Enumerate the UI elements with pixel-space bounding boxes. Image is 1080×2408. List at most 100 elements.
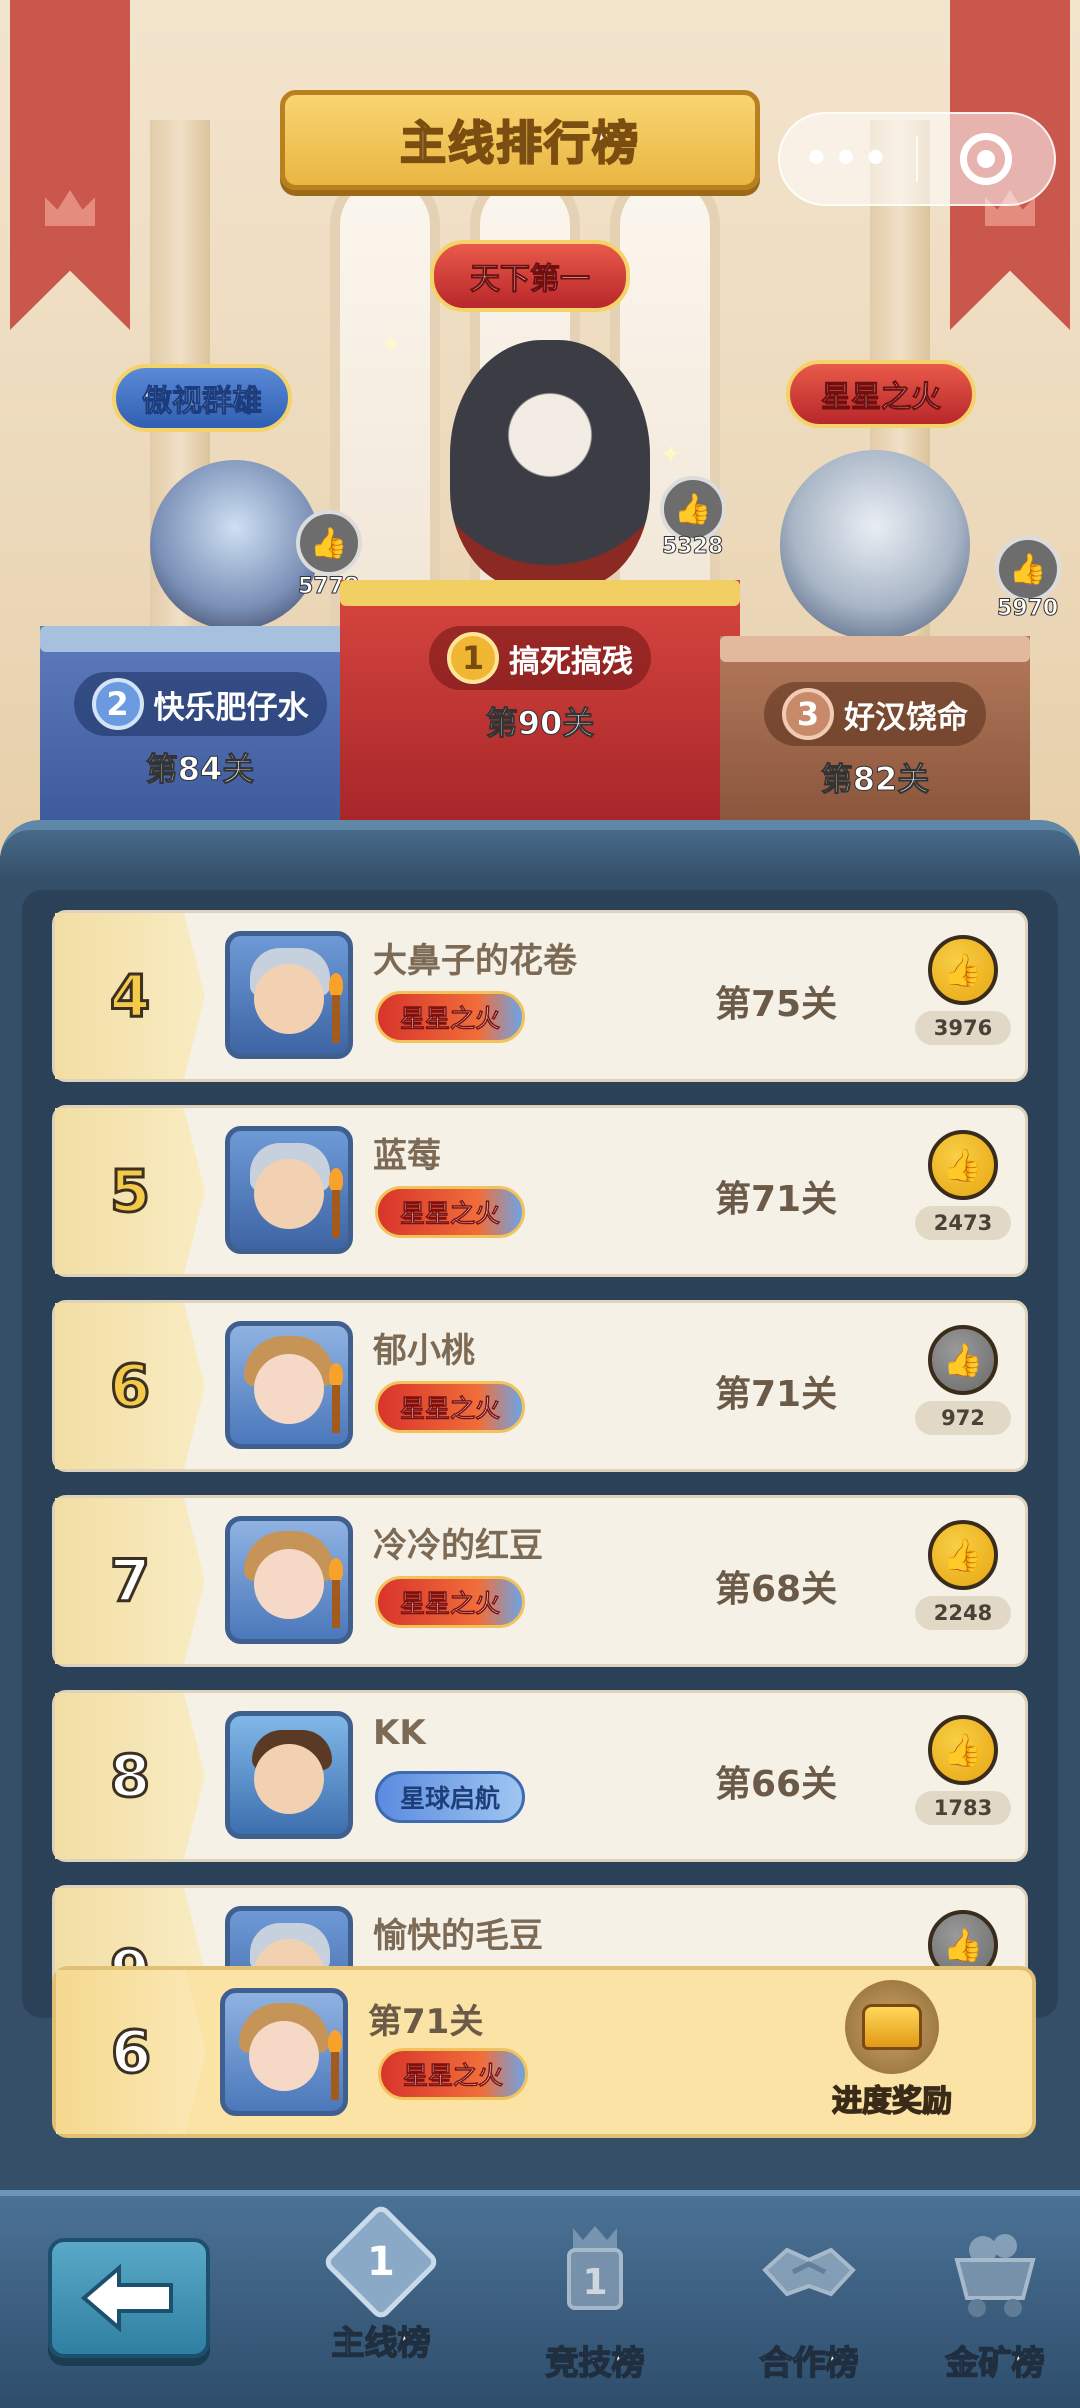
player-level: 第71关	[715, 1179, 838, 1220]
podium-top	[720, 636, 1030, 662]
avatar-first[interactable]	[450, 340, 650, 590]
like-icon[interactable]: 👍	[296, 510, 362, 576]
tab-arena-ranking[interactable]: 1 竞技榜	[510, 2220, 680, 2400]
rank-number: 8	[55, 1693, 205, 1859]
player-name: 郁小桃	[373, 1331, 475, 1371]
tab-goldmine-ranking[interactable]: 金矿榜	[910, 2220, 1080, 2400]
rank-medal-third: 3	[782, 688, 834, 740]
rank-medal-second: 2	[91, 678, 144, 730]
player-name: 冷冷的红豆	[373, 1526, 543, 1566]
like-icon[interactable]: 👍	[928, 1325, 998, 1395]
avatar-second[interactable]	[150, 460, 320, 630]
like-icon[interactable]: 👍	[928, 1520, 998, 1590]
rank-number: 6	[56, 1970, 206, 2134]
torch-icon	[325, 1363, 347, 1433]
progress-reward-button[interactable]: 进度奖励	[812, 1980, 972, 2120]
player-name: 搞死搞残	[509, 643, 633, 680]
like-icon[interactable]: 👍	[660, 476, 726, 542]
crown-banner-left	[10, 0, 130, 330]
mine-cart-icon	[943, 2220, 1047, 2324]
player-level: 第75关	[715, 984, 838, 1025]
podium-name-plate: 3 好汉饶命	[764, 682, 986, 746]
tab-label: 合作榜	[759, 2342, 860, 2383]
like-count: 5970	[996, 596, 1059, 622]
title-badge: 星星之火	[378, 2048, 528, 2100]
more-dots-icon[interactable]: •••	[780, 136, 916, 182]
player-name: 蓝莓	[373, 1136, 441, 1176]
podium-name-plate: 2 快乐肥仔水	[73, 672, 327, 736]
reward-label: 进度奖励	[831, 2083, 953, 2120]
title-badge: 星星之火	[375, 1186, 525, 1238]
ranking-list[interactable]: 4 大鼻子的花卷 星星之火 第75关 👍 3976 5 蓝莓 星星之火 第71关…	[22, 890, 1058, 2018]
tab-coop-ranking[interactable]: 合作榜	[724, 2220, 894, 2400]
mini-program-capsule[interactable]: •••	[778, 112, 1056, 206]
podium-top	[40, 626, 360, 652]
avatar-third[interactable]	[780, 450, 970, 640]
my-rank-row[interactable]: 6 第71关 星星之火 进度奖励	[52, 1966, 1036, 2138]
player-name: 愉快的毛豆	[373, 1916, 543, 1956]
like-icon[interactable]: 👍	[995, 536, 1061, 602]
arena-trophy-icon: 1	[543, 2220, 647, 2324]
player-name: KK	[373, 1713, 426, 1753]
title-badge: 星星之火	[375, 991, 525, 1043]
player-level: 第84关	[145, 750, 255, 789]
player-level: 第68关	[715, 1569, 838, 1610]
torch-icon	[324, 2030, 346, 2100]
like-control: 👍 2473	[915, 1130, 1011, 1240]
like-count: 5328	[661, 534, 724, 560]
list-item[interactable]: 7 冷冷的红豆 星星之火 第68关 👍 2248	[52, 1495, 1028, 1667]
player-name: 好汉饶命	[844, 699, 968, 736]
podium-top	[340, 580, 740, 606]
like-icon[interactable]: 👍	[928, 1130, 998, 1200]
podium-third: 3 好汉饶命 第82关	[720, 636, 1030, 826]
title-badge-second: 傲视群雄	[112, 364, 292, 432]
like-icon[interactable]: 👍	[928, 935, 998, 1005]
title-badge: 星星之火	[375, 1576, 525, 1628]
rank-number: 5	[55, 1108, 205, 1274]
torch-icon	[325, 1168, 347, 1238]
close-button[interactable]	[918, 133, 1054, 185]
like-control: 👍 2248	[915, 1520, 1011, 1630]
tab-label: 金矿榜	[945, 2342, 1046, 2383]
tab-label: 竞技榜	[545, 2342, 646, 2383]
treasure-chest-icon	[845, 1980, 939, 2074]
list-item[interactable]: 5 蓝莓 星星之火 第71关 👍 2473	[52, 1105, 1028, 1277]
podium-second: 2 快乐肥仔水 第84关	[40, 626, 360, 826]
page-title: 主线排行榜	[399, 115, 640, 171]
podium-name-plate: 1 搞死搞残	[429, 626, 651, 690]
svg-text:1: 1	[582, 2262, 607, 2303]
trophy-icon: 1	[321, 2202, 441, 2322]
rank-number: 6	[55, 1303, 205, 1469]
player-name: 快乐肥仔水	[153, 689, 309, 726]
back-arrow-icon	[80, 2263, 173, 2333]
list-item[interactable]: 6 郁小桃 星星之火 第71关 👍 972	[52, 1300, 1028, 1472]
bottom-nav: 1 主线榜 1 竞技榜 合作榜 金矿榜	[0, 2190, 1080, 2408]
back-button[interactable]	[48, 2238, 210, 2358]
list-item[interactable]: 4 大鼻子的花卷 星星之火 第75关 👍 3976	[52, 910, 1028, 1082]
list-item[interactable]: 8 KK 星球启航 第66关 👍 1783	[52, 1690, 1028, 1862]
torch-icon	[325, 973, 347, 1043]
rank-medal-first: 1	[447, 632, 499, 684]
title-badge-first: 天下第一	[430, 240, 630, 312]
like-control: 👍 1783	[915, 1715, 1011, 1825]
like-control: 👍 3976	[915, 935, 1011, 1045]
torch-icon	[325, 1558, 347, 1628]
player-level: 第71关	[368, 2002, 484, 2042]
like-count: 2473	[915, 1206, 1011, 1240]
target-circle-icon	[959, 133, 1012, 185]
page-title-ribbon: 主线排行榜	[280, 90, 760, 190]
like-count: 1783	[915, 1791, 1011, 1825]
player-level: 第82关	[820, 760, 930, 799]
avatar[interactable]	[225, 1711, 353, 1839]
rank-number: 7	[55, 1498, 205, 1664]
podium-first: 1 搞死搞残 第90关	[340, 580, 740, 820]
sparkle-icon: ✦	[380, 330, 402, 360]
title-badge: 星球启航	[375, 1771, 525, 1823]
like-count: 972	[915, 1401, 1011, 1435]
like-icon[interactable]: 👍	[928, 1715, 998, 1785]
sparkle-icon: ✦	[660, 440, 682, 470]
like-control: 👍 972	[915, 1325, 1011, 1435]
player-name: 大鼻子的花卷	[373, 941, 577, 981]
tab-main-ranking[interactable]: 1 主线榜	[296, 2202, 466, 2400]
title-badge-third: 星星之火	[786, 360, 976, 428]
